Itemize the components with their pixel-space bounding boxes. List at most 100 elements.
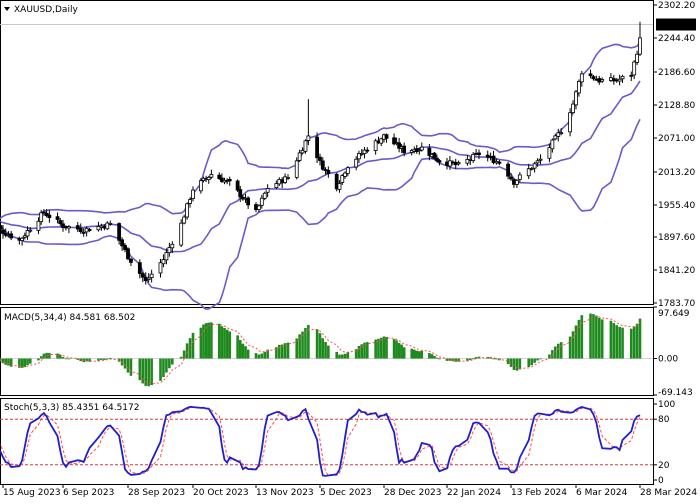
candle-body xyxy=(547,147,552,159)
candle-body xyxy=(9,233,14,239)
macd-histogram-bar xyxy=(621,327,624,359)
time-axis-label: 22 Jan 2024 xyxy=(447,488,501,498)
macd-histogram-bar xyxy=(595,315,598,359)
macd-histogram-bar xyxy=(223,327,226,359)
macd-histogram-bar xyxy=(515,358,519,371)
candle-body xyxy=(286,177,290,179)
candle-body xyxy=(559,132,564,135)
stoch-axis-label: 0 xyxy=(658,476,664,486)
macd-histogram-bar xyxy=(592,314,595,359)
macd-histogram-bar xyxy=(26,358,29,366)
macd-histogram-bar xyxy=(395,340,398,359)
macd-histogram-bar xyxy=(126,358,130,373)
candle-body xyxy=(477,152,481,156)
candle-body xyxy=(345,167,350,174)
candle-body xyxy=(146,277,151,280)
macd-histogram-bar xyxy=(609,320,613,359)
candle-body xyxy=(550,139,555,150)
macd-histogram-bar xyxy=(277,344,281,359)
macd-histogram-bar xyxy=(612,323,616,359)
candle-body xyxy=(47,214,52,218)
macd-histogram-bar xyxy=(182,350,186,359)
time-axis-label: 15 Aug 2023 xyxy=(3,488,61,498)
symbol-label: XAUUSD,Daily xyxy=(14,5,78,15)
candle-body xyxy=(432,152,437,159)
candle-body xyxy=(553,135,558,140)
macd-histogram-bar xyxy=(438,358,441,360)
macd-histogram-bar xyxy=(61,357,65,359)
candle-body xyxy=(318,156,322,161)
macd-histogram-bar xyxy=(580,315,584,359)
macd-histogram-bar xyxy=(428,353,431,359)
price-axis-label: 2186.60 xyxy=(658,68,695,78)
stoch-axis-label: 100 xyxy=(658,400,675,410)
candle-body xyxy=(143,276,148,281)
macd-histogram-bar xyxy=(568,336,572,359)
macd-histogram-bar xyxy=(58,355,62,359)
macd-histogram-bar xyxy=(556,343,560,359)
macd-histogram-bar xyxy=(150,358,153,386)
candle-body xyxy=(629,74,634,77)
candle-body xyxy=(191,189,195,199)
candle-body xyxy=(120,239,124,247)
price-axis-label: 2302.20 xyxy=(658,1,695,11)
macd-axis-label: 0.00 xyxy=(658,355,678,365)
macd-histogram-bar xyxy=(600,319,604,359)
macd-histogram-bar xyxy=(254,353,258,359)
macd-histogram-bar xyxy=(340,354,344,359)
macd-histogram-bar xyxy=(257,354,261,359)
time-axis-label: 28 Mar 2024 xyxy=(640,488,697,498)
price-axis-label: 1955.40 xyxy=(658,201,695,211)
macd-histogram-bar xyxy=(321,338,325,359)
macd-axis-label: 97.649 xyxy=(658,309,690,319)
candle-body xyxy=(246,197,251,206)
macd-histogram-bar xyxy=(343,353,347,359)
macd-histogram-bar xyxy=(220,326,224,359)
macd-histogram-bar xyxy=(638,318,642,359)
candle-body xyxy=(129,258,133,263)
macd-histogram-bar xyxy=(210,322,213,359)
macd-histogram-bar xyxy=(147,358,150,387)
macd-histogram-bar xyxy=(138,358,142,381)
candle-body xyxy=(149,273,154,278)
candle-body xyxy=(556,132,561,137)
price-axis-label: 1897.60 xyxy=(658,233,695,243)
macd-histogram-bar xyxy=(162,358,165,378)
candle-body xyxy=(568,112,572,133)
candle-body xyxy=(512,179,516,185)
macd-histogram-bar xyxy=(23,358,27,368)
candle-body xyxy=(188,199,192,204)
macd-histogram-bar xyxy=(629,328,633,359)
macd-histogram-bar xyxy=(471,358,475,360)
macd-histogram-bar xyxy=(97,358,100,361)
macd-histogram-bar xyxy=(228,331,232,359)
candle-body xyxy=(259,197,264,206)
macd-histogram-bar xyxy=(207,322,211,359)
macd-histogram-bar xyxy=(315,329,319,359)
macd-histogram-bar xyxy=(530,358,533,366)
candle-body xyxy=(265,188,270,193)
candle-body xyxy=(58,220,63,224)
candle-body xyxy=(75,225,80,230)
macd-histogram-bar xyxy=(512,358,516,370)
candle-body xyxy=(64,226,68,229)
macd-histogram-bar xyxy=(283,343,287,359)
candle-body xyxy=(84,227,89,233)
candle-body xyxy=(198,180,203,192)
candle-body xyxy=(262,192,267,199)
macd-histogram-bar xyxy=(415,350,419,359)
macd-histogram-bar xyxy=(338,354,341,359)
price-axis-label: 2244.40 xyxy=(658,34,695,44)
candle-body xyxy=(164,252,169,261)
candle-body xyxy=(535,160,540,164)
candle-body xyxy=(617,78,622,82)
candle-body xyxy=(365,149,370,152)
macd-histogram-bar xyxy=(327,345,330,359)
macd-histogram-bar xyxy=(67,358,71,360)
price-axis-label: 2013.20 xyxy=(658,168,695,178)
macd-histogram-bar xyxy=(123,358,127,369)
macd-histogram-bar xyxy=(225,329,229,359)
macd-histogram-bar xyxy=(318,333,322,359)
macd-histogram-bar xyxy=(241,343,245,359)
macd-histogram-bar xyxy=(571,331,575,359)
